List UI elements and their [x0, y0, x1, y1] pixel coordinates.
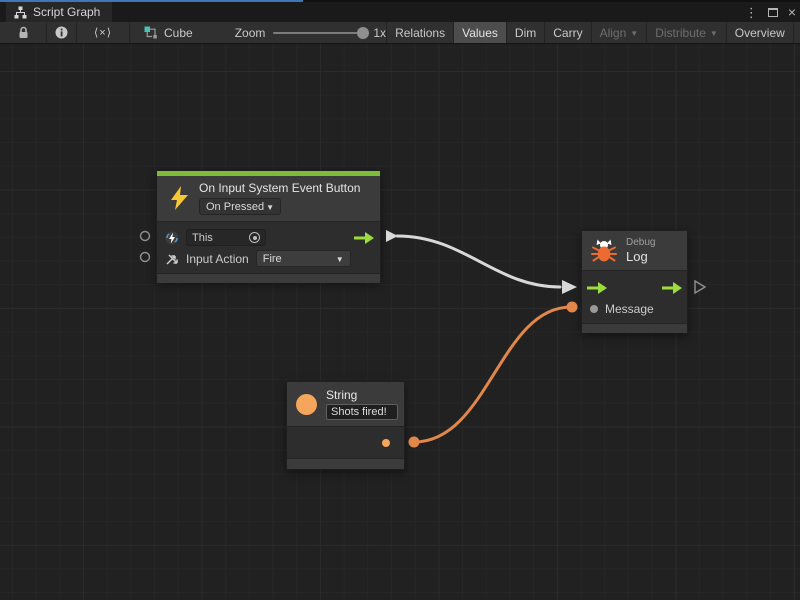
- message-label: Message: [605, 302, 654, 316]
- toggle-values-label: Values: [462, 26, 498, 40]
- toggle-relations-label: Relations: [395, 26, 445, 40]
- string-node-footer: [287, 458, 404, 469]
- input-action-value: Fire: [263, 253, 282, 265]
- code-view-icon: ⟨×⟩: [94, 26, 112, 39]
- window-top-edge: [303, 0, 800, 2]
- event-node-header[interactable]: On Input System Event Button On Pressed …: [157, 176, 380, 221]
- string-value-text: Shots fired!: [331, 406, 387, 418]
- event-mode-value: On Pressed: [206, 201, 264, 213]
- node-string-literal[interactable]: String Shots fired!: [286, 381, 405, 470]
- info-icon: [55, 26, 68, 39]
- dropdown-align[interactable]: Align ▼: [591, 22, 647, 43]
- toggle-carry[interactable]: Carry: [544, 22, 590, 43]
- chevron-down-icon: ▼: [266, 204, 274, 212]
- zoom-control: Zoom 1x: [207, 22, 386, 43]
- close-icon[interactable]: ×: [788, 5, 796, 19]
- tab-script-graph[interactable]: Script Graph: [6, 2, 112, 22]
- bolt-unit-icon: [165, 231, 179, 245]
- chevron-down-icon: ▼: [710, 30, 718, 38]
- action-value-port[interactable]: [141, 253, 150, 262]
- graph-canvas[interactable]: On Input System Event Button On Pressed …: [0, 44, 800, 600]
- zoom-label: Zoom: [235, 26, 266, 40]
- dropdown-distribute-label: Distribute: [655, 26, 706, 40]
- tab-label: Script Graph: [33, 5, 100, 19]
- zoom-value: 1x: [373, 26, 386, 40]
- graph-owner-chip[interactable]: Cube: [130, 22, 207, 43]
- debug-node-category: Debug: [626, 237, 655, 249]
- control-output-port[interactable]: [662, 282, 682, 294]
- control-input-port[interactable]: [587, 282, 607, 294]
- lock-button[interactable]: [0, 22, 47, 43]
- chevron-down-icon: ▼: [336, 256, 344, 264]
- object-picker-icon[interactable]: [249, 232, 260, 243]
- input-action-icon: [165, 252, 179, 266]
- bug-icon: [591, 239, 617, 263]
- toggle-dim[interactable]: Dim: [506, 22, 544, 43]
- maximize-icon[interactable]: [768, 8, 778, 17]
- lock-icon: [18, 26, 29, 39]
- debug-continue-port[interactable]: [695, 281, 705, 293]
- graph-owner-label: Cube: [164, 26, 193, 40]
- value-wire-end-dot: [567, 302, 578, 313]
- script-graph-asset-icon: [144, 26, 158, 39]
- button-overview[interactable]: Overview: [726, 22, 793, 43]
- this-value-port[interactable]: [141, 232, 150, 241]
- event-node-footer: [157, 273, 380, 283]
- title-bar: Script Graph ⋮ ×: [0, 0, 800, 22]
- toggle-values[interactable]: Values: [453, 22, 506, 43]
- window-menu-icon[interactable]: ⋮: [745, 6, 758, 19]
- event-node-body: This Input Action Fire ▼: [157, 221, 380, 273]
- this-object-field[interactable]: This: [186, 229, 266, 246]
- graph-toolbar: ⟨×⟩ Cube Zoom 1x Relations Values Dim Ca: [0, 22, 800, 44]
- zoom-slider[interactable]: [273, 32, 365, 34]
- node-debug-log[interactable]: Debug Log Message: [581, 230, 688, 333]
- control-output-port[interactable]: [354, 232, 374, 244]
- node-on-input-system-event-button[interactable]: On Input System Event Button On Pressed …: [156, 170, 381, 282]
- string-value-input[interactable]: Shots fired!: [326, 404, 398, 420]
- code-view-button[interactable]: ⟨×⟩: [77, 22, 130, 43]
- control-wire[interactable]: [397, 236, 560, 287]
- event-mode-dropdown[interactable]: On Pressed ▼: [199, 198, 281, 215]
- this-field-value: This: [192, 232, 245, 244]
- value-wire-start-dot: [409, 437, 420, 448]
- message-input-port[interactable]: [590, 305, 598, 313]
- debug-node-header[interactable]: Debug Log: [582, 231, 687, 270]
- dropdown-align-label: Align: [600, 26, 627, 40]
- string-type-icon: [296, 394, 317, 415]
- debug-node-title: Log: [626, 249, 655, 264]
- chevron-down-icon: ▼: [630, 30, 638, 38]
- button-full-screen[interactable]: Full Screen: [793, 22, 800, 43]
- dropdown-distribute[interactable]: Distribute ▼: [646, 22, 726, 43]
- zoom-slider-handle[interactable]: [357, 27, 369, 39]
- info-button[interactable]: [47, 22, 77, 43]
- control-wire-end-arrow: [562, 280, 577, 294]
- string-output-port[interactable]: [382, 439, 390, 447]
- toggle-relations[interactable]: Relations: [386, 22, 453, 43]
- graph-hierarchy-icon: [14, 6, 27, 19]
- value-wire[interactable]: [414, 307, 571, 442]
- debug-node-body: Message: [582, 270, 687, 323]
- input-action-label: Input Action: [186, 252, 249, 266]
- button-overview-label: Overview: [735, 26, 785, 40]
- string-node-title: String: [326, 388, 398, 402]
- event-node-title: On Input System Event Button: [199, 181, 360, 195]
- control-wire-start-arrow: [386, 230, 398, 242]
- string-node-body: [287, 426, 404, 458]
- debug-node-footer: [582, 323, 687, 333]
- toggle-carry-label: Carry: [553, 26, 582, 40]
- string-node-header[interactable]: String Shots fired!: [287, 382, 404, 426]
- toggle-dim-label: Dim: [515, 26, 536, 40]
- input-action-dropdown[interactable]: Fire ▼: [256, 250, 351, 267]
- lightning-bolt-icon: [169, 186, 190, 210]
